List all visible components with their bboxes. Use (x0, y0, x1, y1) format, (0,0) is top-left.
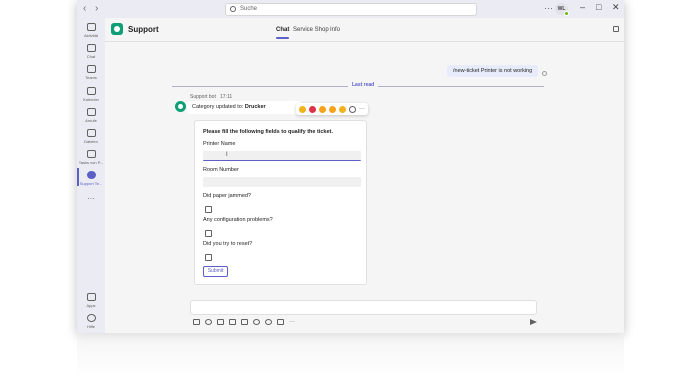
more-apps-icon: ··· (87, 194, 95, 203)
rail-item-teams[interactable]: Teams (77, 65, 105, 80)
loop-icon[interactable] (253, 319, 260, 325)
rail-item-apps[interactable]: Apps (77, 293, 105, 308)
config-problems-label: Any configuration problems? (203, 217, 273, 223)
rail-label: Tasks von P... (78, 160, 104, 165)
sad-reaction-icon[interactable] (339, 105, 346, 113)
app-rail: Aktivität Chat Teams Kalender Anrufe Dat… (77, 18, 105, 333)
window-reflection (77, 333, 624, 379)
compose-toolbar: ··· (193, 319, 295, 325)
tab-service-shop[interactable]: Service Shop (293, 27, 329, 33)
message-compose-box[interactable] (190, 300, 537, 315)
rail-label: Apps (86, 303, 96, 308)
support-bot-icon (86, 171, 96, 179)
calendar-icon (86, 87, 96, 95)
add-reaction-icon[interactable] (349, 105, 356, 113)
last-read-label: Last read (348, 82, 379, 88)
back-arrow-icon[interactable]: ‹ (83, 3, 86, 14)
app-header: Support Chat Service Shop Info (105, 18, 624, 42)
rail-item-support-team[interactable]: Support Te... (77, 171, 105, 186)
rail-item-chat[interactable]: Chat (77, 44, 105, 59)
bot-time: 17:11 (220, 94, 233, 100)
rail-item-files[interactable]: Dateien (77, 129, 105, 144)
rail-label: Teams (85, 75, 97, 80)
card-title: Please fill the following fields to qual… (203, 129, 333, 135)
surprised-reaction-icon[interactable] (329, 105, 336, 113)
like-reaction-icon[interactable] (299, 105, 306, 113)
text-cursor-icon: I (226, 152, 228, 158)
rail-more-apps[interactable]: ··· (77, 192, 105, 203)
rail-active-indicator (77, 168, 79, 186)
chat-icon (86, 44, 96, 52)
avatar[interactable]: WL (555, 3, 569, 16)
heart-reaction-icon[interactable] (309, 105, 316, 113)
room-number-field[interactable] (203, 177, 361, 187)
laugh-reaction-icon[interactable] (319, 105, 326, 113)
apps-icon (86, 293, 96, 301)
bot-sender: Support bot (190, 94, 216, 100)
reset-checkbox[interactable] (205, 254, 212, 261)
title-bar: ‹ › Suche ··· WL – □ ✕ (77, 0, 624, 18)
rail-item-calendar[interactable]: Kalender (77, 87, 105, 102)
sent-message[interactable]: /new-ticket Printer is not working (447, 65, 539, 77)
bot-avatar (175, 101, 186, 112)
attach-icon[interactable] (277, 319, 284, 325)
ticket-form-card: Please fill the following fields to qual… (194, 120, 367, 285)
printer-name-label: Printer Name (203, 141, 236, 147)
sticker-icon[interactable] (229, 319, 236, 325)
praise-icon[interactable] (265, 319, 272, 325)
tasks-icon (86, 150, 96, 158)
rail-item-calls[interactable]: Anrufe (77, 108, 105, 123)
rail-label: Hilfe (86, 324, 95, 329)
printer-name-field[interactable]: I (203, 151, 361, 161)
tab-info[interactable]: Info (330, 27, 340, 33)
more-options-icon[interactable]: ··· (544, 3, 553, 13)
support-app-icon (111, 23, 123, 35)
help-icon (86, 314, 96, 322)
emoji-icon[interactable] (205, 319, 212, 325)
rail-item-help[interactable]: Hilfe (77, 314, 105, 329)
presence-available-icon (564, 11, 569, 16)
rail-label: Anrufe (85, 118, 97, 123)
room-number-label: Room Number (203, 167, 239, 173)
bot-message-prefix: Category updated to: (192, 104, 245, 110)
teams-icon (86, 65, 96, 73)
teams-window: ‹ › Suche ··· WL – □ ✕ Aktivität Chat Te… (77, 0, 624, 333)
rail-item-activity[interactable]: Aktivität (77, 23, 105, 38)
reset-label: Did you try to reset? (203, 241, 253, 247)
message-more-icon[interactable]: ··· (359, 106, 365, 113)
bot-message-meta: Support bot 17:11 (190, 94, 232, 100)
bot-message[interactable]: Category updated to: Drucker (187, 101, 302, 114)
more-actions-icon[interactable]: ··· (289, 319, 295, 325)
format-icon[interactable] (193, 319, 200, 325)
tab-chat[interactable]: Chat (276, 27, 290, 39)
search-icon (230, 6, 236, 12)
rail-label: Support Te... (79, 181, 103, 186)
paper-jammed-label: Did paper jammed? (203, 193, 251, 199)
phone-icon (86, 108, 96, 116)
seen-icon (542, 71, 547, 76)
minimize-icon[interactable]: – (580, 2, 585, 12)
rail-label: Kalender (82, 97, 99, 102)
search-input[interactable]: Suche (225, 3, 477, 16)
popout-icon[interactable] (613, 26, 619, 32)
reaction-bar: ··· (296, 103, 368, 115)
maximize-icon[interactable]: □ (596, 2, 601, 12)
file-icon (86, 129, 96, 137)
submit-button[interactable]: Submit (203, 266, 228, 277)
page-title: Support (128, 25, 159, 34)
forward-arrow-icon[interactable]: › (95, 3, 98, 14)
rail-label: Chat (86, 54, 96, 59)
rail-label: Dateien (84, 139, 98, 144)
gif-icon[interactable] (217, 319, 224, 325)
config-problems-checkbox[interactable] (205, 230, 212, 237)
close-icon[interactable]: ✕ (612, 2, 620, 13)
send-icon[interactable] (530, 319, 537, 325)
bot-message-category: Drucker (244, 104, 266, 110)
bell-icon (86, 23, 96, 31)
rail-label: Aktivität (83, 33, 98, 38)
rail-item-tasks[interactable]: Tasks von P... (77, 150, 105, 165)
search-placeholder: Suche (240, 6, 258, 12)
paper-jammed-checkbox[interactable] (205, 206, 212, 213)
schedule-meeting-icon[interactable] (241, 319, 248, 325)
